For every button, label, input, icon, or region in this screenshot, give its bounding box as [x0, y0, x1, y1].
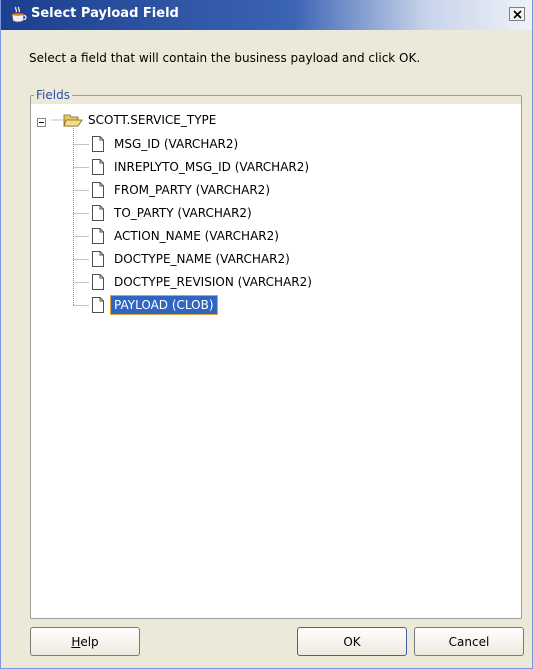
file-icon: [91, 159, 105, 175]
file-icon: [91, 251, 105, 267]
ok-label: OK: [343, 634, 361, 649]
coffee-cup-icon: [10, 6, 28, 24]
tree-item-label: DOCTYPE_REVISION (VARCHAR2): [114, 275, 312, 289]
tree-item-label: INREPLYTO_MSG_ID (VARCHAR2): [114, 160, 310, 174]
folder-open-icon: [63, 112, 83, 128]
help-button[interactable]: Help: [30, 627, 140, 656]
fields-tree[interactable]: SCOTT.SERVICE_TYPE MSG_ID (VARCHAR2) INR…: [31, 104, 521, 618]
tree-item-selected[interactable]: PAYLOAD (CLOB): [91, 295, 218, 315]
cancel-label: Cancel: [448, 634, 490, 649]
tree-item-label: DOCTYPE_NAME (VARCHAR2): [114, 252, 290, 266]
help-label: elp: [80, 634, 99, 649]
file-icon: [91, 274, 105, 290]
tree-item[interactable]: MSG_ID (VARCHAR2): [91, 135, 241, 153]
tree-item[interactable]: ACTION_NAME (VARCHAR2): [91, 227, 282, 245]
file-icon: [91, 228, 105, 244]
tree-root-node[interactable]: SCOTT.SERVICE_TYPE: [37, 111, 219, 129]
tree-item[interactable]: TO_PARTY (VARCHAR2): [91, 204, 255, 222]
instruction-text: Select a field that will contain the bus…: [29, 51, 421, 65]
select-payload-field-dialog: Select Payload Field Select a field that…: [0, 0, 533, 669]
help-mnemonic: H: [71, 634, 81, 649]
file-icon: [91, 136, 105, 152]
file-icon: [91, 182, 105, 198]
tree-item-label: PAYLOAD (CLOB): [110, 295, 218, 315]
tree-root-label: SCOTT.SERVICE_TYPE: [88, 113, 217, 127]
tree-item-label: ACTION_NAME (VARCHAR2): [114, 229, 279, 243]
file-icon: [91, 297, 105, 313]
fields-legend: Fields: [34, 88, 72, 102]
close-button[interactable]: [509, 7, 525, 21]
title-bar[interactable]: Select Payload Field: [1, 0, 532, 30]
tree-item-label: MSG_ID (VARCHAR2): [114, 137, 239, 151]
tree-item[interactable]: DOCTYPE_NAME (VARCHAR2): [91, 250, 293, 268]
collapse-toggle-icon[interactable]: [37, 116, 46, 127]
cancel-button[interactable]: Cancel: [414, 627, 524, 656]
tree-item-label: FROM_PARTY (VARCHAR2): [114, 183, 270, 197]
close-icon: [513, 10, 522, 19]
tree-item[interactable]: DOCTYPE_REVISION (VARCHAR2): [91, 273, 315, 291]
tree-item[interactable]: INREPLYTO_MSG_ID (VARCHAR2): [91, 158, 312, 176]
tree-item[interactable]: FROM_PARTY (VARCHAR2): [91, 181, 273, 199]
file-icon: [91, 205, 105, 221]
dialog-title: Select Payload Field: [31, 6, 179, 21]
tree-item-label: TO_PARTY (VARCHAR2): [114, 206, 252, 220]
ok-button[interactable]: OK: [297, 627, 407, 656]
